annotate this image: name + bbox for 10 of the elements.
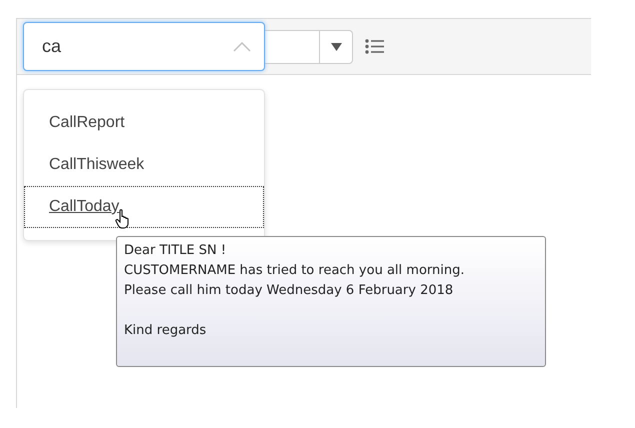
dropdown-arrow-icon	[330, 42, 342, 50]
suggestion-item[interactable]: CallThisweek	[24, 144, 264, 186]
search-combobox[interactable]: ca	[23, 22, 265, 71]
tooltip-text: Dear TITLE SN ! CUSTOMERNAME has tried to reach you all morning. Please call him today Wednesday 6 February 2018	[124, 242, 466, 300]
dropdown-select[interactable]	[264, 30, 353, 64]
caret-icon[interactable]	[233, 42, 251, 52]
tooltip-text: Kind regards	[124, 322, 208, 340]
suggestion-item[interactable]: CallToday	[24, 186, 264, 228]
list-icon[interactable]	[365, 39, 384, 54]
suggestion-item[interactable]: CallReport	[24, 102, 264, 144]
